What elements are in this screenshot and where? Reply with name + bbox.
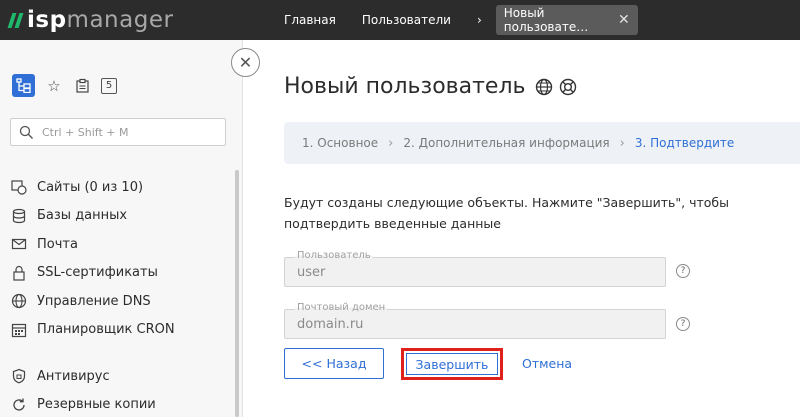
notification-count-badge[interactable]: 5 — [101, 77, 117, 94]
sites-icon — [10, 178, 28, 196]
breadcrumb-users[interactable]: Пользователи — [362, 13, 451, 27]
help-icon[interactable]: ? — [676, 264, 690, 278]
sidebar-item-dns[interactable]: Управление DNS — [10, 287, 225, 316]
sidebar-item-sites[interactable]: Сайты (0 из 10) — [10, 173, 225, 202]
page-title-text: Новый пользователь — [284, 74, 526, 99]
cancel-button[interactable]: Отмена — [522, 356, 572, 371]
finish-button[interactable]: Завершить — [406, 353, 498, 375]
chevron-right-icon: › — [619, 135, 625, 151]
calendar-icon — [10, 321, 28, 339]
step-confirm[interactable]: 3. Подтвердите — [635, 136, 734, 150]
globe-help-icon[interactable] — [535, 78, 553, 96]
field-value: domain.ru — [297, 317, 364, 332]
step-additional-info[interactable]: 2. Дополнительная информация — [403, 136, 609, 150]
field-label: Почтовый домен — [295, 302, 388, 313]
clipboard-icon[interactable] — [73, 77, 91, 95]
chevron-right-icon: › — [476, 13, 482, 27]
logo[interactable]: ispmanager — [7, 7, 174, 33]
field-label: Пользователь — [295, 250, 373, 261]
tab-new-user[interactable]: Новый пользовате… ✕ — [495, 5, 638, 35]
menu-tree-icon[interactable] — [12, 74, 35, 97]
user-field: Пользователь user — [284, 250, 666, 287]
logo-prefix: isp — [27, 7, 67, 33]
sidebar-scrollbar[interactable] — [235, 170, 239, 417]
sidebar-item-databases[interactable]: Базы данных — [10, 202, 225, 231]
chevron-right-icon: › — [388, 135, 394, 151]
sidebar-item-label: Антивирус — [37, 368, 110, 384]
collapse-sidebar-button[interactable]: ✕ — [231, 48, 260, 77]
database-icon — [10, 207, 28, 225]
sidebar-item-label: SSL-сертификаты — [37, 265, 158, 281]
shield-icon — [10, 367, 28, 385]
sidebar-item-label: Сайты (0 из 10) — [37, 179, 144, 195]
sidebar-item-mail[interactable]: Почта — [10, 230, 225, 259]
lifebuoy-icon[interactable] — [559, 78, 577, 96]
search-input[interactable] — [42, 125, 212, 139]
globe-icon — [10, 292, 28, 310]
sidebar-search[interactable] — [10, 118, 226, 146]
close-icon[interactable]: ✕ — [618, 12, 630, 28]
step-basic[interactable]: 1. Основное — [302, 136, 378, 150]
lock-icon — [10, 264, 28, 282]
sidebar-item-antivirus[interactable]: Антивирус — [10, 362, 225, 391]
top-bar: ispmanager Главная Пользователи › Новый … — [0, 0, 800, 40]
page-title: Новый пользователь — [284, 74, 577, 99]
sidebar-item-label: Базы данных — [37, 208, 128, 224]
logo-mark-icon — [7, 12, 24, 28]
sidebar-item-label: Управление DNS — [37, 293, 151, 309]
breadcrumb: Главная Пользователи › Новый пользовате…… — [284, 0, 638, 40]
sidebar-item-ssl[interactable]: SSL-сертификаты — [10, 259, 225, 288]
sidebar-toolbar: ☆ 5 — [12, 74, 117, 97]
logo-suffix: manager — [66, 7, 174, 33]
sidebar-item-label: Резервные копии — [37, 397, 156, 413]
sidebar-item-label: Почта — [37, 236, 78, 252]
finish-highlight: Завершить — [401, 348, 503, 380]
tab-label: Новый пользовате… — [503, 6, 589, 34]
wizard-steps: 1. Основное › 2. Дополнительная информац… — [284, 122, 800, 164]
sidebar-item-cron[interactable]: Планировщик CRON — [10, 316, 225, 345]
mail-domain-field: Почтовый домен domain.ru — [284, 302, 666, 339]
breadcrumb-home[interactable]: Главная — [284, 13, 336, 27]
backup-icon — [10, 396, 28, 414]
sidebar-menu: Сайты (0 из 10) Базы данных Почта SSL-се… — [10, 173, 225, 417]
help-icon[interactable]: ? — [676, 317, 690, 331]
main-content: Новый пользователь 1. Основное › 2. Допо… — [244, 40, 800, 417]
confirmation-description: Будут созданы следующие объекты. Нажмите… — [284, 195, 729, 231]
field-value: user — [297, 265, 326, 280]
star-icon[interactable]: ☆ — [45, 77, 63, 95]
search-icon — [19, 125, 33, 139]
sidebar: ☆ 5 Сайты (0 из 10) Базы данных Почта SS… — [0, 40, 243, 417]
close-icon: ✕ — [238, 53, 253, 72]
back-button[interactable]: << Назад — [284, 348, 384, 379]
mail-icon — [10, 235, 28, 253]
sidebar-item-label: Планировщик CRON — [37, 322, 175, 338]
sidebar-item-backups[interactable]: Резервные копии — [10, 391, 225, 417]
